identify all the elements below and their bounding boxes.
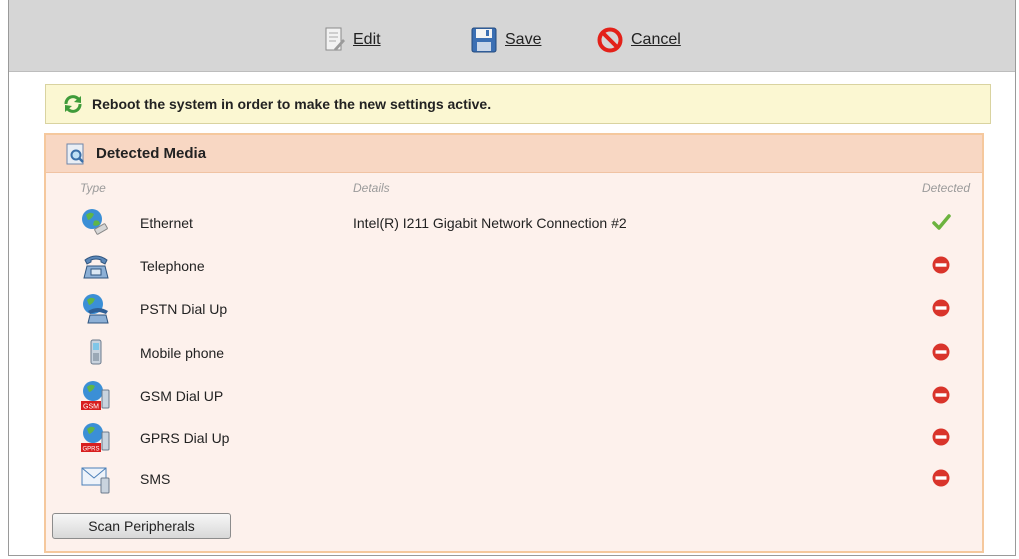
- panel-header: Detected Media: [46, 135, 982, 173]
- panel-title: Detected Media: [96, 145, 207, 162]
- mobile-phone-icon: [90, 339, 102, 365]
- column-header-type: Type: [80, 181, 106, 195]
- reboot-notice-text: Reboot the system in order to make the n…: [92, 96, 492, 112]
- edit-label: Edit: [353, 31, 381, 48]
- not-detected-icon: [932, 343, 950, 361]
- refresh-icon: [64, 95, 82, 113]
- cancel-label: Cancel: [631, 31, 681, 48]
- reboot-notice: Reboot the system in order to make the n…: [45, 84, 991, 124]
- not-detected-icon: [932, 256, 950, 274]
- cancel-icon: [597, 27, 623, 53]
- floppy-disk-icon: [471, 27, 497, 53]
- media-row: GSM GSM Dial UP: [46, 380, 982, 420]
- not-detected-icon: [932, 299, 950, 317]
- media-type: GSM Dial UP: [140, 388, 224, 404]
- icon-badge-label: GSM: [83, 404, 99, 411]
- media-type: PSTN Dial Up: [140, 301, 228, 317]
- media-row: Ethernet Intel(R) I211 Gigabit Network C…: [46, 207, 982, 247]
- media-row: PSTN Dial Up: [46, 293, 982, 333]
- sms-envelope-icon: [81, 467, 110, 494]
- gsm-globe-icon: GSM: [81, 381, 110, 411]
- gprs-globe-icon: GPRS: [81, 423, 110, 453]
- checkmark-icon: [932, 214, 951, 230]
- icon-badge-label: GPRS: [82, 447, 99, 453]
- pstn-globe-phone-icon: [83, 294, 109, 324]
- column-header-details: Details: [353, 181, 390, 195]
- cancel-button[interactable]: Cancel: [597, 24, 681, 56]
- media-row: GPRS GPRS Dial Up: [46, 422, 982, 462]
- media-type: Ethernet: [140, 215, 193, 231]
- save-label: Save: [505, 31, 542, 48]
- save-button[interactable]: Save: [471, 24, 541, 56]
- media-row: Telephone: [46, 250, 982, 290]
- media-type: SMS: [140, 471, 171, 487]
- main-frame: Edit Save Cancel Reboot the system in or…: [8, 0, 1016, 556]
- column-header-detected: Detected: [921, 181, 970, 195]
- media-row: SMS: [46, 463, 982, 503]
- ethernet-globe-icon: [82, 209, 108, 235]
- telephone-icon: [83, 255, 109, 279]
- magnifier-document-icon: [66, 143, 84, 164]
- not-detected-icon: [932, 386, 950, 404]
- toolbar: Edit Save Cancel: [9, 0, 1015, 72]
- scan-peripherals-button[interactable]: Scan Peripherals: [52, 513, 231, 539]
- edit-icon: [325, 27, 345, 51]
- detected-media-panel: Detected Media Type Details Detected Eth…: [44, 133, 984, 553]
- media-details: Intel(R) I211 Gigabit Network Connection…: [353, 215, 627, 231]
- media-type: Telephone: [140, 258, 205, 274]
- edit-button[interactable]: Edit: [325, 24, 381, 56]
- media-type: Mobile phone: [140, 345, 225, 361]
- not-detected-icon: [932, 428, 950, 446]
- not-detected-icon: [932, 469, 950, 487]
- media-type: GPRS Dial Up: [140, 430, 230, 446]
- media-row: Mobile phone: [46, 337, 982, 377]
